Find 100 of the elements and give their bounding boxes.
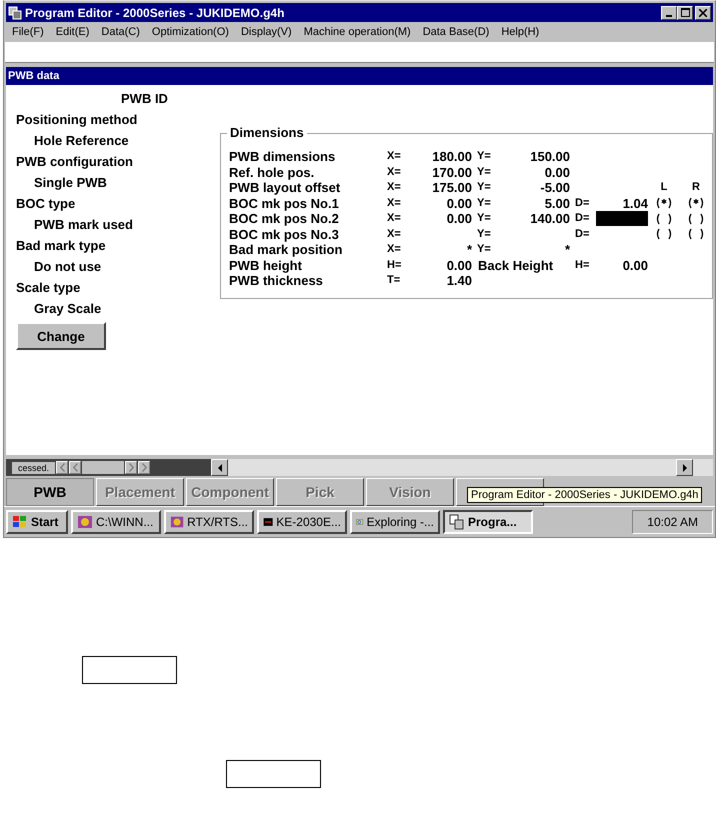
value-text: 5.00 <box>544 196 570 211</box>
menu-item[interactable]: Data(C) <box>95 26 146 38</box>
taskbar-button[interactable]: KE-2030E... <box>257 510 347 534</box>
setting-label: PWB configuration <box>16 153 134 171</box>
taskbar-button[interactable]: Exploring -... <box>350 510 440 534</box>
menu-item[interactable]: Machine operation(M) <box>298 26 417 38</box>
scroll-left-button[interactable] <box>211 459 228 476</box>
axis-label: Y= <box>476 149 492 164</box>
clock: 10:02 AM <box>632 510 713 534</box>
taskbar-button[interactable]: RTX/RTS... <box>164 510 254 534</box>
axis-label: Y= <box>476 242 492 257</box>
value-text: 0.00 <box>622 258 648 273</box>
menu-item[interactable]: Data Base(D) <box>416 26 496 38</box>
windows-logo-icon <box>12 515 28 529</box>
minimize-icon <box>666 14 672 16</box>
tab[interactable]: PWB <box>6 478 94 506</box>
caption-label: Back Height <box>477 258 554 273</box>
value-text: 180.00 <box>431 149 472 164</box>
mark-toggle[interactable] <box>655 228 673 240</box>
axis-label: Y= <box>476 211 492 226</box>
axis-label: D= <box>574 226 590 242</box>
column-header: R <box>691 180 701 195</box>
program-icon <box>77 514 93 530</box>
setting-label: BOC type <box>16 195 76 213</box>
right-arrow-icon <box>682 464 688 472</box>
menu-item[interactable]: Optimization(O) <box>146 26 235 38</box>
setting-value: Hole Reference <box>33 132 130 150</box>
taskbar-button[interactable]: Progra... <box>443 510 533 534</box>
setting-label: Positioning method <box>16 111 138 129</box>
axis-label: D= <box>574 211 590 226</box>
window-title: Program Editor - 2000Series - JUKIDEMO.g4h <box>25 6 286 20</box>
setting-value: Do not use <box>33 258 102 276</box>
axis-label: X= <box>386 149 402 164</box>
menu-item[interactable]: Help(H) <box>495 26 546 38</box>
setting-value: Single PWB <box>33 174 108 192</box>
nav-button[interactable] <box>125 461 138 474</box>
row-label: Bad mark position <box>229 242 344 258</box>
mark-toggle[interactable] <box>687 228 705 240</box>
sheet-tab-strip <box>82 461 124 474</box>
tooltip: Program Editor - 2000Series - JUKIDEMO.g4h <box>467 487 702 503</box>
minimize-button[interactable] <box>661 6 677 20</box>
value-text: 0.00 <box>446 211 472 226</box>
column-header: L <box>660 180 668 195</box>
value-text: 0.00 <box>446 258 472 273</box>
axis-label: Y= <box>476 226 492 242</box>
mark-toggle[interactable] <box>687 212 705 225</box>
value-text: * <box>466 242 472 258</box>
axis-label: Y= <box>476 180 492 195</box>
row-label: PWB thickness <box>229 273 324 288</box>
scroll-right-button[interactable] <box>676 459 693 476</box>
change-button[interactable]: Change <box>16 322 106 350</box>
setting-value: Gray Scale <box>33 300 102 318</box>
taskbar-button[interactable]: C:\WINN... <box>71 510 161 534</box>
field-label: PWB ID <box>121 90 169 108</box>
value-text: 1.40 <box>446 273 472 288</box>
mark-toggle[interactable] <box>687 197 705 210</box>
setting-label: Scale type <box>16 279 82 297</box>
row-label: PWB dimensions <box>229 149 336 164</box>
axis-label: X= <box>386 242 402 257</box>
nav-button[interactable] <box>56 461 68 474</box>
sheet-name: cessed. <box>12 462 56 474</box>
value-text: 170.00 <box>431 164 472 180</box>
row-label: BOC mk pos No.3 <box>229 226 340 242</box>
axis-label: X= <box>386 164 402 180</box>
axis-label: X= <box>386 211 402 226</box>
row-label: BOC mk pos No.2 <box>229 211 340 226</box>
axis-label: X= <box>386 196 402 210</box>
horizontal-scrollbar[interactable] <box>211 459 713 476</box>
axis-label: H= <box>386 258 402 272</box>
value-text: 140.00 <box>529 211 570 226</box>
axis-label: X= <box>386 180 402 195</box>
row-label: Ref. hole pos. <box>229 164 316 180</box>
value-text: 1.04 <box>622 196 648 211</box>
row-label: PWB layout offset <box>229 180 342 196</box>
value-text: 150.00 <box>529 149 570 164</box>
selected-field[interactable] <box>596 211 648 226</box>
mark-toggle[interactable] <box>655 197 673 210</box>
value-text: 175.00 <box>431 180 472 196</box>
menu-item[interactable]: Display(V) <box>234 26 298 38</box>
setting-value: PWB mark used <box>33 216 134 234</box>
child-window-title: PWB data <box>6 67 713 85</box>
close-button[interactable] <box>695 6 711 20</box>
start-button[interactable]: Start <box>6 510 68 534</box>
windows-icon <box>449 514 465 530</box>
axis-label: X= <box>386 226 402 242</box>
row-label: PWB height <box>229 258 303 273</box>
left-arrow-icon <box>216 464 222 472</box>
nav-button[interactable] <box>138 461 150 474</box>
mark-toggle[interactable] <box>655 212 673 225</box>
maximize-button[interactable] <box>677 6 693 20</box>
axis-label: D= <box>574 196 590 210</box>
value-text: 0.00 <box>544 164 570 180</box>
group-title: Dimensions <box>227 125 307 140</box>
nav-button[interactable] <box>69 461 82 474</box>
value-text: -5.00 <box>539 180 570 196</box>
close-icon <box>699 8 707 16</box>
menu-item[interactable]: Edit(E) <box>50 26 96 38</box>
axis-label: T= <box>386 273 402 288</box>
axis-label: Y= <box>476 164 492 180</box>
menu-item[interactable]: File(F) <box>6 26 50 38</box>
